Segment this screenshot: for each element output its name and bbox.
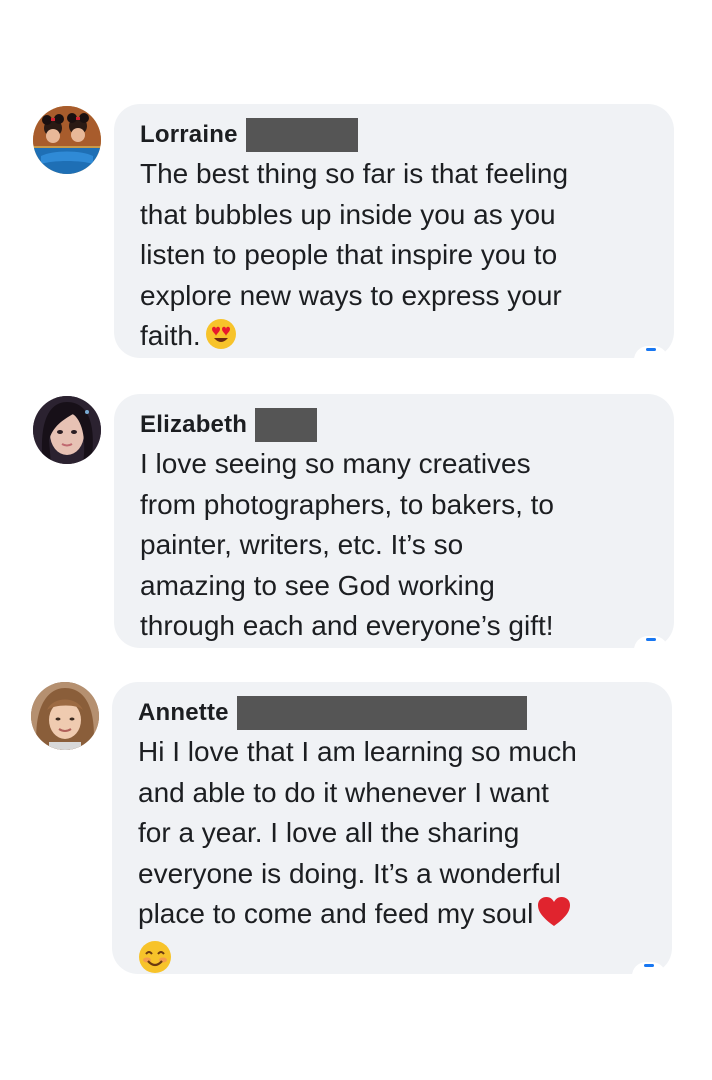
avatar[interactable] — [33, 396, 101, 464]
heart-eyes-emoji-icon — [205, 318, 237, 358]
avatar[interactable] — [31, 682, 99, 750]
comment-text: I love seeing so many creatives from pho… — [140, 448, 554, 641]
comment-bubble: Annette Hi I love that I am learning so … — [112, 682, 672, 974]
avatar[interactable] — [33, 106, 101, 174]
redaction-bar — [255, 408, 318, 442]
redaction-bar — [236, 696, 527, 730]
comment-bubble: Lorraine The best thing so far is that f… — [114, 104, 674, 358]
comment-bubble: Elizabeth I love seeing so many creative… — [114, 394, 674, 648]
smiling-face-emoji-icon — [138, 940, 172, 975]
comment-author[interactable]: Lorraine — [140, 121, 238, 149]
comment-author[interactable]: Elizabeth — [140, 411, 247, 439]
red-heart-emoji-icon — [537, 896, 571, 940]
redaction-bar — [245, 118, 358, 152]
comment-author[interactable]: Annette — [138, 699, 229, 727]
comment-text: Hi I love that I am learning so much and… — [138, 736, 577, 929]
